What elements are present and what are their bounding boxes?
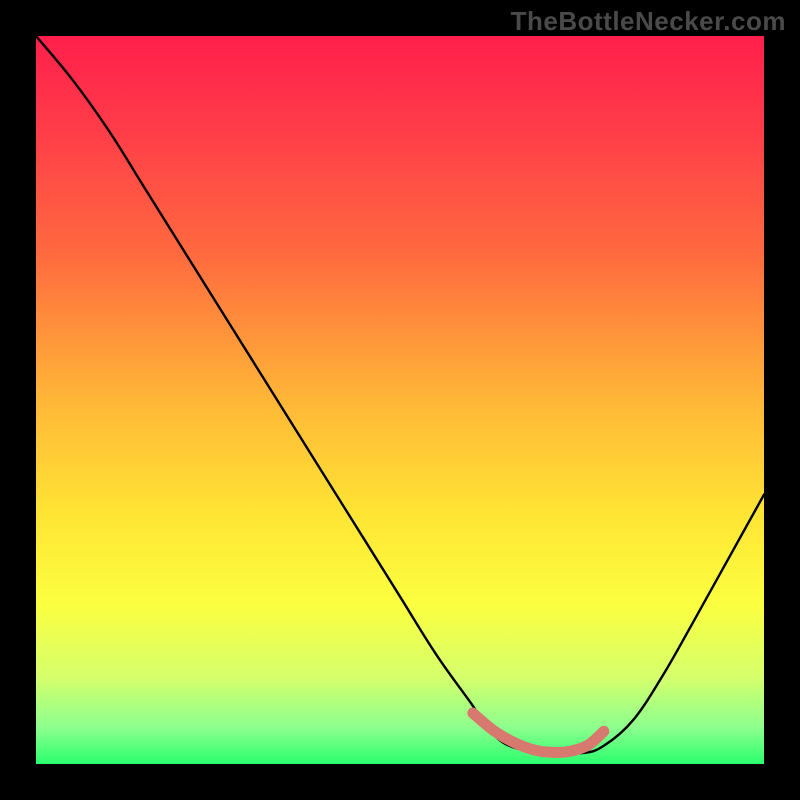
watermark-label: TheBottleNecker.com xyxy=(511,6,786,37)
plot-gradient-background xyxy=(36,36,764,764)
bottleneck-chart xyxy=(0,0,800,800)
chart-frame: TheBottleNecker.com xyxy=(0,0,800,800)
